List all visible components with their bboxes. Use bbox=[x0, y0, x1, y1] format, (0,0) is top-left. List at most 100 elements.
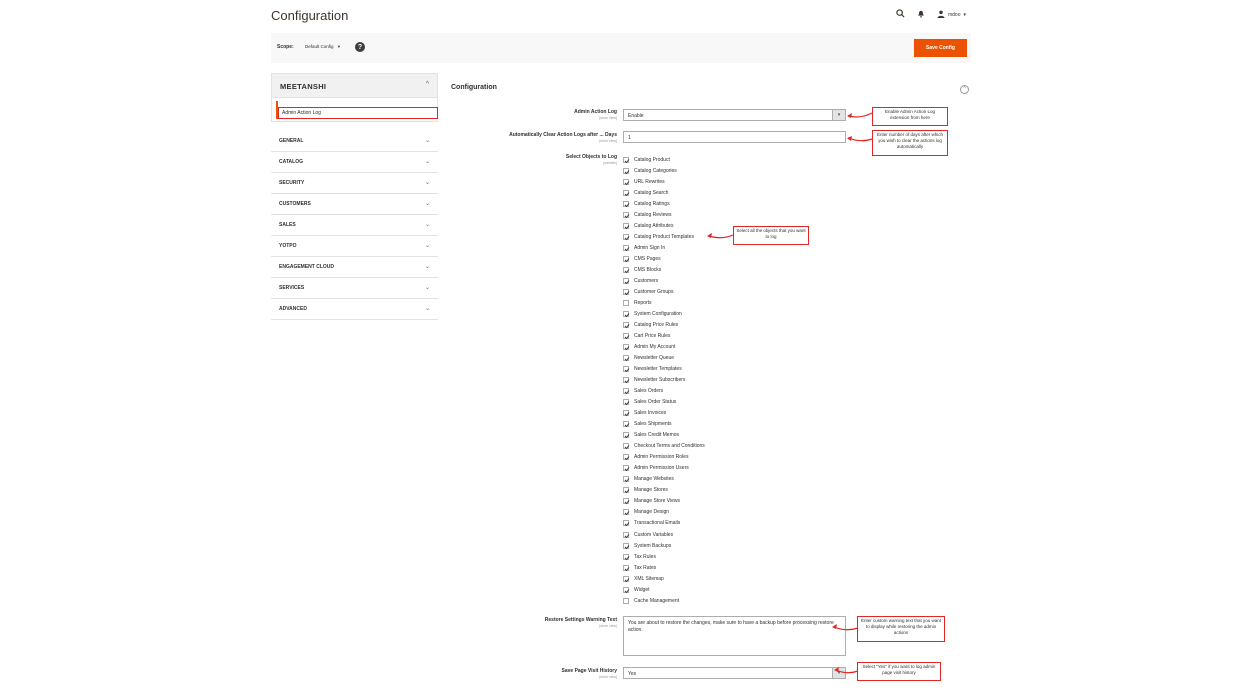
checkbox-unchecked[interactable] bbox=[623, 299, 629, 306]
object-option[interactable]: Admin My Account bbox=[623, 342, 675, 353]
object-option[interactable]: Admin Sign In bbox=[623, 242, 665, 253]
page-visit-select[interactable]: Yes ▾ bbox=[623, 667, 846, 679]
checkbox-checked[interactable] bbox=[623, 509, 630, 516]
object-option[interactable]: Manage Websites bbox=[623, 474, 674, 485]
checkbox-checked[interactable] bbox=[623, 277, 630, 284]
object-option[interactable]: System Configuration bbox=[623, 308, 682, 319]
object-option[interactable]: Newsletter Subscribers bbox=[623, 375, 685, 386]
object-option[interactable]: Manage Design bbox=[623, 507, 669, 518]
object-option[interactable]: Reports bbox=[623, 297, 652, 308]
object-option[interactable]: Catalog Product bbox=[623, 154, 670, 165]
checkbox-checked[interactable] bbox=[623, 377, 630, 384]
restore-warning-textarea[interactable]: You are about to restore the changes, ma… bbox=[623, 616, 846, 656]
object-option[interactable]: Cart Price Rules bbox=[623, 330, 670, 341]
checkbox-checked[interactable] bbox=[623, 487, 630, 494]
checkbox-checked[interactable] bbox=[623, 575, 630, 582]
object-option[interactable]: Sales Order Status bbox=[623, 397, 676, 408]
sidebar-item-yotpo[interactable]: YOTPO ⌄ bbox=[271, 236, 438, 257]
object-option[interactable]: System Backups bbox=[623, 540, 671, 551]
checkbox-checked[interactable] bbox=[623, 399, 630, 406]
object-option[interactable]: Tax Rules bbox=[623, 551, 656, 562]
checkbox-checked[interactable] bbox=[623, 255, 630, 262]
object-option[interactable]: XML Sitemap bbox=[623, 573, 664, 584]
checkbox-checked[interactable] bbox=[623, 421, 630, 428]
object-option[interactable]: Widget bbox=[623, 584, 650, 595]
sidebar-item-security[interactable]: SECURITY ⌄ bbox=[271, 173, 438, 194]
sidebar-item-advanced[interactable]: ADVANCED ⌄ bbox=[271, 299, 438, 320]
checkbox-unchecked[interactable] bbox=[623, 597, 629, 604]
object-option[interactable]: Manage Store Views bbox=[623, 496, 680, 507]
object-option[interactable]: Newsletter Queue bbox=[623, 353, 674, 364]
search-icon[interactable] bbox=[896, 9, 905, 20]
checkbox-checked[interactable] bbox=[623, 454, 630, 461]
object-option[interactable]: Manage Stores bbox=[623, 485, 668, 496]
object-option[interactable]: Custom Variables bbox=[623, 529, 673, 540]
sidebar-item-customers[interactable]: CUSTOMERS ⌄ bbox=[271, 194, 438, 215]
admin-action-log-select[interactable]: Enable ▾ bbox=[623, 109, 846, 121]
object-option[interactable]: Catalog Ratings bbox=[623, 198, 670, 209]
help-icon[interactable]: ? bbox=[355, 42, 365, 52]
checkbox-checked[interactable] bbox=[623, 586, 630, 593]
checkbox-checked[interactable] bbox=[623, 366, 630, 373]
clear-logs-days-input[interactable]: 1 bbox=[623, 131, 846, 143]
object-option[interactable]: URL Rewrites bbox=[623, 176, 665, 187]
checkbox-checked[interactable] bbox=[623, 498, 630, 505]
checkbox-checked[interactable] bbox=[623, 465, 630, 472]
sidebar-item-catalog[interactable]: CATALOG ⌄ bbox=[271, 152, 438, 173]
object-option[interactable]: Catalog Categories bbox=[623, 165, 677, 176]
checkbox-checked[interactable] bbox=[623, 432, 630, 439]
object-option[interactable]: Tax Rates bbox=[623, 562, 656, 573]
sidebar-item-sales[interactable]: SALES ⌄ bbox=[271, 215, 438, 236]
object-option[interactable]: Catalog Reviews bbox=[623, 209, 672, 220]
checkbox-checked[interactable] bbox=[623, 156, 630, 163]
object-option[interactable]: Admin Permission Roles bbox=[623, 452, 688, 463]
checkbox-checked[interactable] bbox=[623, 531, 630, 538]
checkbox-checked[interactable] bbox=[623, 476, 630, 483]
sidebar-item-admin-action-log[interactable]: Admin Action Log bbox=[278, 107, 438, 119]
checkbox-checked[interactable] bbox=[623, 200, 630, 207]
object-option[interactable]: CMS Blocks bbox=[623, 264, 661, 275]
object-option[interactable]: Catalog Price Rules bbox=[623, 319, 678, 330]
object-option[interactable]: Checkout Terms and Conditions bbox=[623, 441, 705, 452]
checkbox-checked[interactable] bbox=[623, 222, 630, 229]
sidebar-tab-meetanshi[interactable]: MEETANSHI ^ bbox=[271, 73, 438, 98]
checkbox-checked[interactable] bbox=[623, 233, 630, 240]
checkbox-checked[interactable] bbox=[623, 520, 630, 527]
scope-switcher[interactable]: Default Config ▾ bbox=[305, 44, 340, 50]
collapse-icon[interactable]: ^ bbox=[960, 85, 969, 94]
checkbox-checked[interactable] bbox=[623, 178, 630, 185]
checkbox-checked[interactable] bbox=[623, 266, 630, 273]
sidebar-item-engagement-cloud[interactable]: ENGAGEMENT CLOUD ⌄ bbox=[271, 257, 438, 278]
object-option[interactable]: Catalog Search bbox=[623, 187, 668, 198]
checkbox-checked[interactable] bbox=[623, 310, 630, 318]
checkbox-checked[interactable] bbox=[623, 553, 630, 560]
user-menu[interactable]: mdoo ▾ bbox=[937, 10, 966, 20]
object-option[interactable]: Customers bbox=[623, 275, 658, 286]
checkbox-checked[interactable] bbox=[623, 443, 630, 450]
object-option[interactable]: Sales Shipments bbox=[623, 419, 672, 430]
checkbox-checked[interactable] bbox=[623, 167, 630, 174]
object-option[interactable]: Catalog Attributes bbox=[623, 220, 673, 231]
checkbox-checked[interactable] bbox=[623, 564, 630, 571]
checkbox-checked[interactable] bbox=[623, 288, 630, 296]
checkbox-checked[interactable] bbox=[623, 344, 630, 351]
checkbox-checked[interactable] bbox=[623, 189, 630, 196]
sidebar-item-general[interactable]: GENERAL ⌄ bbox=[271, 131, 438, 152]
object-option[interactable]: Sales Credit Memos bbox=[623, 430, 679, 441]
object-option[interactable]: Cache Management bbox=[623, 595, 679, 606]
checkbox-checked[interactable] bbox=[623, 542, 630, 549]
object-option[interactable]: Newsletter Templates bbox=[623, 364, 682, 375]
object-option[interactable]: Customer Groups bbox=[623, 286, 673, 297]
checkbox-checked[interactable] bbox=[623, 211, 630, 218]
checkbox-checked[interactable] bbox=[623, 244, 630, 251]
object-option[interactable]: Admin Permission Users bbox=[623, 463, 689, 474]
object-option[interactable]: Sales Invoices bbox=[623, 408, 666, 419]
object-option[interactable]: Transactional Emails bbox=[623, 518, 680, 529]
checkbox-checked[interactable] bbox=[623, 321, 630, 329]
object-option[interactable]: Sales Orders bbox=[623, 386, 663, 397]
object-option[interactable]: CMS Pages bbox=[623, 253, 661, 264]
bell-icon[interactable] bbox=[917, 10, 925, 20]
checkbox-checked[interactable] bbox=[623, 355, 630, 362]
save-config-button[interactable]: Save Config bbox=[914, 39, 967, 57]
checkbox-checked[interactable] bbox=[623, 388, 630, 395]
